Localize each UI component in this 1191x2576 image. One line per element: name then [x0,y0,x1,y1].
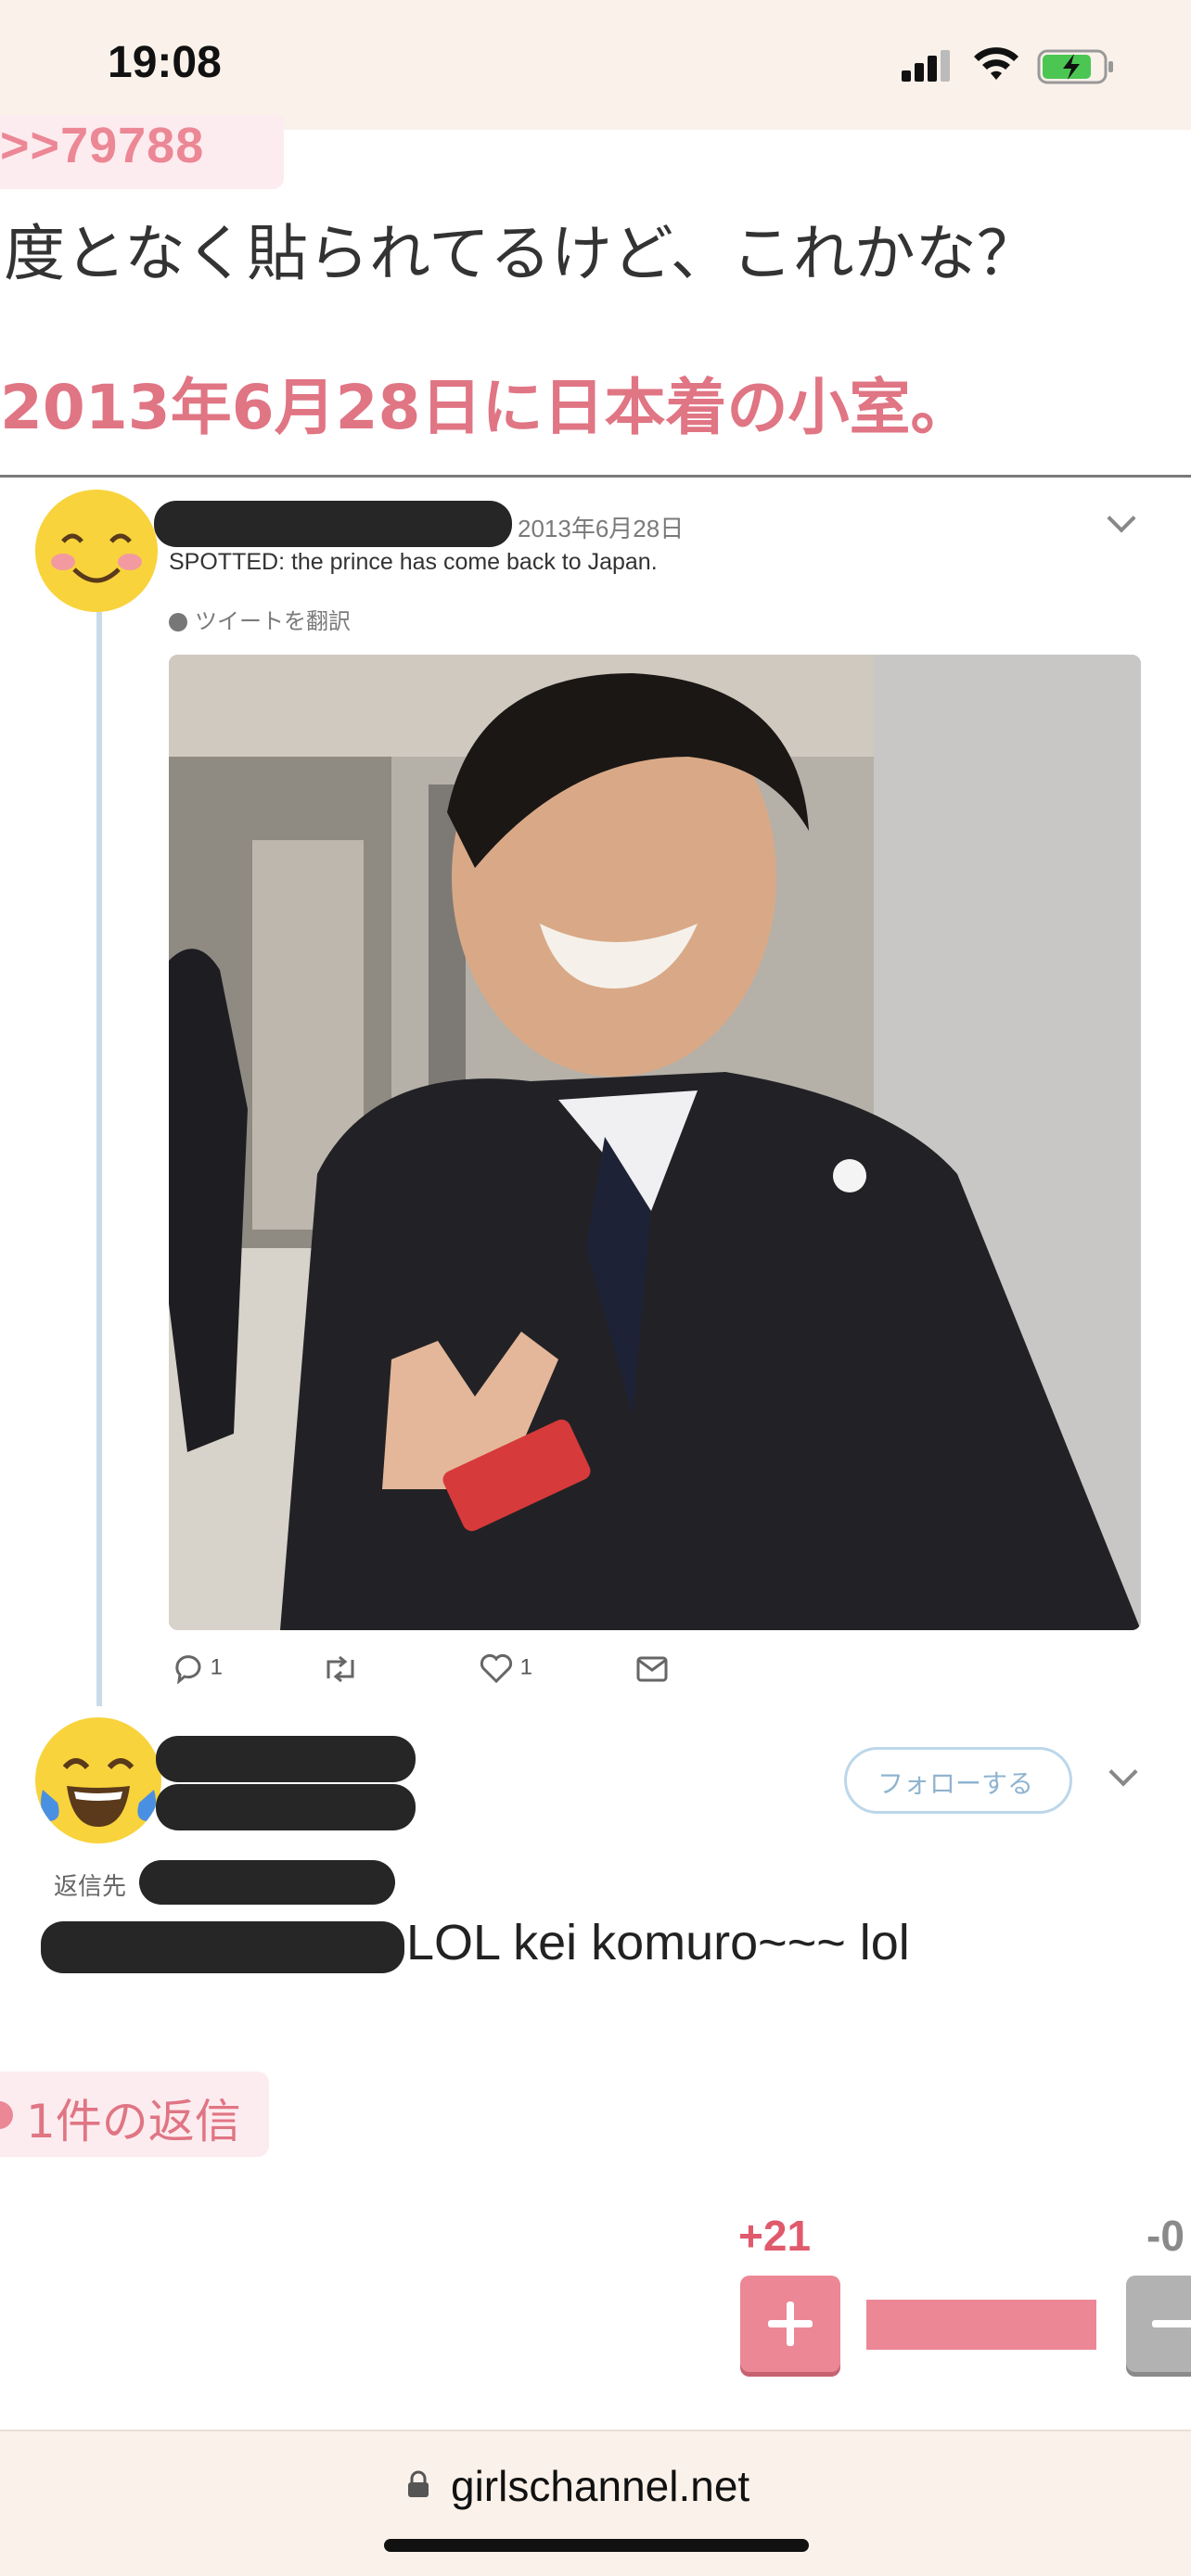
reply-anchor-link[interactable]: >>79788 [0,117,204,174]
translate-tweet-link: ツイートを翻訳 [169,603,351,635]
tweet-photo [169,655,1141,1630]
follow-label: フォローする [877,1768,1034,1799]
redacted-display-name [156,1736,416,1782]
status-time: 19:08 [108,38,222,87]
heart-icon [480,1653,513,1684]
comment-highlight-text: 2013年6月28日に日本着の小室。 [0,372,972,443]
comment-text: 度となく貼られてるけど、これかな？ [4,218,1038,289]
tweet-date: 2013年6月28日 [518,515,685,542]
reply-to-label: 返信先 [54,1873,127,1901]
like-action: 1 [479,1652,532,1684]
url-text[interactable]: girlschannel.net [451,2461,749,2511]
minus-vote-button[interactable] [1126,2276,1191,2372]
tweet-actions: 1 [173,1652,224,1685]
vote-ratio-bar [866,2300,1096,2350]
like-count: 1 [519,1654,533,1680]
tweet-text: SPOTTED: the prince has come back to Jap… [169,549,658,575]
plus-vote-count: +21 [738,2212,812,2260]
redacted-handle [156,1784,416,1830]
plus-vote-button[interactable] [740,2276,840,2372]
reply-count: 1 [210,1654,224,1680]
battery-charging-icon [1037,49,1113,84]
thread-line [96,612,102,1706]
translate-label: ツイートを翻訳 [195,608,351,634]
globe-icon [169,613,187,631]
cellular-signal-icon [902,50,952,82]
smiling-face-emoji [35,490,158,612]
replies-count-label[interactable]: 1件の返信 [26,2085,241,2151]
minus-vote-count: -0 [1146,2212,1185,2260]
message-icon [636,1656,668,1682]
home-indicator[interactable] [384,2539,809,2552]
redacted-reply-target [139,1860,395,1905]
reply-tweet-text: LOL kei komuro~~~ lol [406,1915,910,1970]
wifi-icon [974,47,1018,80]
tears-of-joy-emoji [35,1717,161,1843]
reply-icon [175,1655,201,1685]
redacted-username [154,501,512,547]
retweet-icon [327,1655,354,1683]
lock-icon [408,2470,429,2497]
redacted-mention [41,1921,404,1973]
